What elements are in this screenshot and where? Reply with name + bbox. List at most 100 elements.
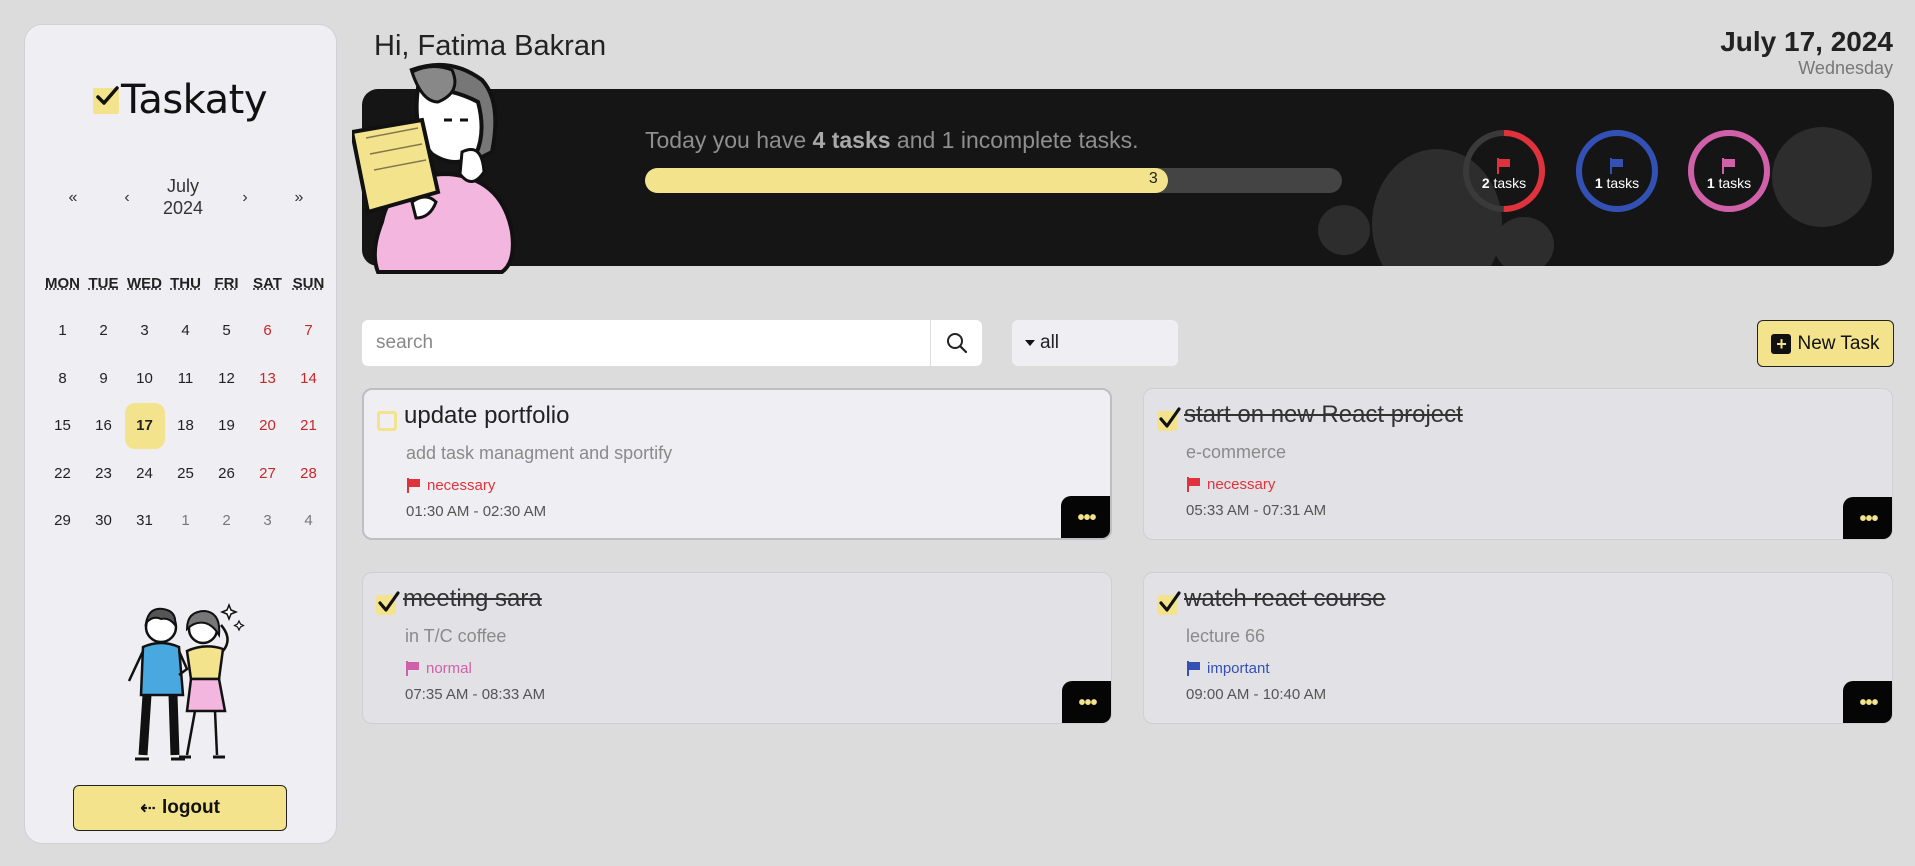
calendar-day[interactable]: 14 xyxy=(288,355,329,403)
task-title: watch react course xyxy=(1184,585,1386,612)
prev-month-button[interactable]: ‹ xyxy=(115,189,139,207)
calendar-day[interactable]: 26 xyxy=(206,450,247,498)
calendar-month: July xyxy=(166,176,199,196)
progress-bar: 3 xyxy=(645,168,1342,193)
calendar-day[interactable]: 22 xyxy=(42,450,83,498)
weekday-label: SUN xyxy=(292,275,325,292)
logout-button[interactable]: ⇠ logout xyxy=(73,785,287,831)
calendar-day-label: 6 xyxy=(263,322,272,340)
prev-year-button[interactable]: « xyxy=(61,189,85,207)
calendar-day[interactable]: 31 xyxy=(124,497,165,545)
plus-icon: + xyxy=(1771,333,1792,354)
calendar-day[interactable]: 5 xyxy=(206,307,247,355)
calendar-day[interactable]: 9 xyxy=(83,355,124,403)
task-card[interactable]: watch react course lecture 66 important 09:… xyxy=(1143,572,1893,724)
task-checkbox[interactable] xyxy=(1157,591,1181,615)
task-menu-button[interactable]: ••• xyxy=(1061,496,1110,538)
task-card[interactable]: update portfolio add task managment and s… xyxy=(362,388,1112,540)
calendar-day[interactable]: 2 xyxy=(83,307,124,355)
search-input[interactable] xyxy=(362,320,930,366)
calendar-day[interactable]: 21 xyxy=(288,402,329,450)
greeting: Hi, Fatima Bakran xyxy=(374,30,607,62)
calendar-day-label: 13 xyxy=(259,369,276,387)
task-checkbox[interactable] xyxy=(377,411,397,431)
calendar-day[interactable]: 25 xyxy=(165,450,206,498)
friends-illustration xyxy=(121,595,251,770)
progress-fill: 3 xyxy=(645,168,1168,193)
calendar-day-label: 20 xyxy=(259,417,276,435)
calendar-year: 2024 xyxy=(162,198,204,218)
calendar-day[interactable]: 1 xyxy=(165,497,206,545)
calendar-day-label: 2 xyxy=(222,512,231,530)
calendar-day[interactable]: 30 xyxy=(83,497,124,545)
calendar-day[interactable]: 27 xyxy=(247,450,288,498)
calendar-day-label: 11 xyxy=(177,369,194,387)
flag-icon xyxy=(406,661,419,676)
app-logo[interactable]: Taskaty xyxy=(93,77,268,123)
flag-icon xyxy=(407,478,420,493)
calendar-day[interactable]: 7 xyxy=(288,307,329,355)
task-priority-tag: necessary xyxy=(1186,476,1275,493)
calendar-day[interactable]: 10 xyxy=(124,355,165,403)
calendar-day[interactable]: 13 xyxy=(247,355,288,403)
calendar-day-label: 31 xyxy=(136,512,153,530)
filter-select[interactable]: all xyxy=(1012,320,1178,366)
calendar-day[interactable]: 8 xyxy=(42,355,83,403)
normal-tasks-ring[interactable]: 1 tasks xyxy=(1687,129,1771,213)
calendar-day[interactable]: 11 xyxy=(165,355,206,403)
calendar-day[interactable]: 1 xyxy=(42,307,83,355)
calendar-day[interactable]: 20 xyxy=(247,402,288,450)
task-menu-button[interactable]: ••• xyxy=(1062,681,1111,723)
calendar-day[interactable]: 18 xyxy=(165,402,206,450)
sidebar: Taskaty « ‹ July 2024 › » MON TUE WED TH… xyxy=(24,24,337,844)
ring-count: 2 xyxy=(1481,175,1490,191)
task-checkbox[interactable] xyxy=(1157,407,1181,431)
calendar-title[interactable]: July 2024 xyxy=(143,175,223,219)
calendar-day[interactable]: 19 xyxy=(206,402,247,450)
calendar-day[interactable]: 3 xyxy=(124,307,165,355)
task-description: lecture 66 xyxy=(1186,626,1266,646)
more-icon: ••• xyxy=(1077,506,1096,529)
new-task-button[interactable]: + New Task xyxy=(1757,320,1894,367)
search-button[interactable] xyxy=(930,320,982,366)
calendar-day[interactable]: 16 xyxy=(83,402,124,450)
task-time: 01:30 AM - 02:30 AM xyxy=(406,503,547,520)
calendar-day-label: 29 xyxy=(54,512,71,530)
summary-banner: Today you have 4 tasks and 1 incomplete … xyxy=(362,89,1894,266)
task-priority-label: normal xyxy=(426,660,472,677)
calendar-day[interactable]: 15 xyxy=(42,402,83,450)
check-icon xyxy=(1159,591,1181,612)
calendar-day-label: 5 xyxy=(222,322,231,340)
task-summary: Today you have 4 tasks and 1 incomplete … xyxy=(645,127,1139,154)
calendar-day[interactable]: 6 xyxy=(247,307,288,355)
calendar-weekdays: MON TUE WED THU FRI SAT SUN xyxy=(42,275,332,292)
task-menu-button[interactable]: ••• xyxy=(1843,681,1892,723)
task-checkbox[interactable] xyxy=(376,591,400,615)
task-card[interactable]: start on new React project e-commerce nece… xyxy=(1143,388,1893,540)
task-card[interactable]: meeting sara in T/C coffee normal 07:35 AM … xyxy=(362,572,1112,724)
calendar-day[interactable]: 29 xyxy=(42,497,83,545)
calendar-day-label: 21 xyxy=(300,417,317,435)
calendar-day-label: 25 xyxy=(177,464,194,482)
calendar-day[interactable]: 28 xyxy=(288,450,329,498)
necessary-tasks-ring[interactable]: 2 tasks xyxy=(1462,129,1546,213)
calendar-day[interactable]: 23 xyxy=(83,450,124,498)
important-tasks-ring[interactable]: 1 tasks xyxy=(1575,129,1659,213)
more-icon: ••• xyxy=(1859,691,1878,714)
calendar-day[interactable]: 3 xyxy=(247,497,288,545)
calendar-day-label: 28 xyxy=(300,464,317,482)
weekday-label: SAT xyxy=(253,275,282,292)
calendar-day[interactable]: 24 xyxy=(124,450,165,498)
task-menu-button[interactable]: ••• xyxy=(1843,497,1892,539)
calendar-day[interactable]: 12 xyxy=(206,355,247,403)
next-month-button[interactable]: › xyxy=(233,189,257,207)
calendar-day[interactable]: 4 xyxy=(288,497,329,545)
calendar-day-label: 4 xyxy=(181,322,190,340)
current-date: July 17, 2024 xyxy=(1720,26,1893,57)
calendar-day[interactable]: 4 xyxy=(165,307,206,355)
calendar-day[interactable]: 2 xyxy=(206,497,247,545)
next-year-button[interactable]: » xyxy=(287,189,311,207)
calendar-day[interactable]: 17 xyxy=(124,402,165,450)
task-priority-label: necessary xyxy=(427,477,496,494)
task-title: update portfolio xyxy=(404,402,570,429)
